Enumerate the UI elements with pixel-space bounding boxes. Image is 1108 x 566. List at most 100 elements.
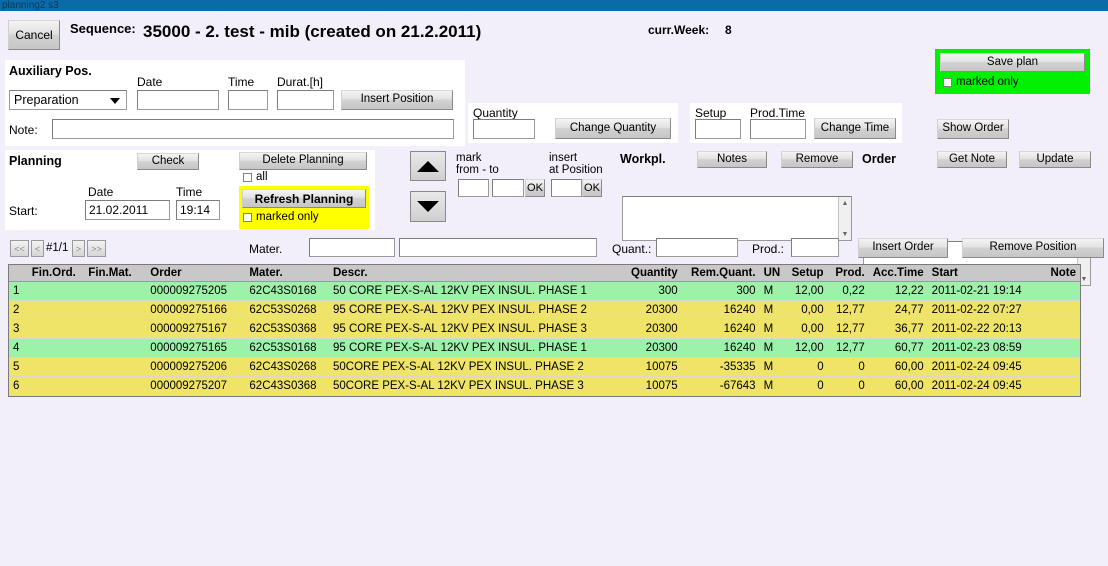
auxiliary-type-select[interactable]: Preparation bbox=[9, 90, 127, 110]
refresh-marked-only-checkbox[interactable] bbox=[243, 213, 252, 223]
delete-all-row[interactable]: all bbox=[243, 171, 268, 184]
prodtime-input[interactable] bbox=[750, 119, 806, 139]
planning-grid[interactable]: Fin.Ord. Fin.Mat. Order Mater. Descr. Quantit… bbox=[8, 264, 1081, 397]
cell-fin_mat bbox=[84, 376, 147, 396]
cancel-button[interactable]: Cancel bbox=[8, 20, 60, 50]
note-input[interactable] bbox=[52, 119, 454, 139]
update-button[interactable]: Update bbox=[1019, 151, 1091, 168]
column-header-rem_qty[interactable]: Rem.Quant. bbox=[681, 265, 760, 282]
cell-acc_time: 60,00 bbox=[868, 376, 928, 396]
setup-label: Setup bbox=[695, 106, 727, 120]
pager-first-button[interactable]: << bbox=[10, 240, 29, 257]
refresh-marked-only-row[interactable]: marked only bbox=[243, 211, 319, 224]
insert-order-button[interactable]: Insert Order bbox=[858, 238, 948, 258]
cell-setup: 0,00 bbox=[784, 300, 828, 320]
setup-input[interactable] bbox=[695, 119, 741, 139]
mark-ok-button[interactable]: OK bbox=[525, 179, 545, 197]
column-header-descr[interactable]: Descr. bbox=[329, 265, 613, 282]
cell-un: M bbox=[759, 338, 785, 358]
mater-filter-input[interactable] bbox=[309, 238, 395, 257]
cell-order: 000009275205 bbox=[146, 281, 246, 301]
column-header-un[interactable]: UN bbox=[759, 265, 785, 282]
column-header-mater[interactable]: Mater. bbox=[245, 265, 329, 282]
pager-prev-button[interactable]: < bbox=[31, 240, 44, 257]
column-header-acc_time[interactable]: Acc.Time bbox=[868, 265, 928, 282]
workpl-listbox[interactable]: ▲ ▼ bbox=[622, 196, 852, 241]
scroll-down-icon[interactable]: ▼ bbox=[839, 228, 851, 240]
cell-prod: 12,77 bbox=[827, 300, 869, 320]
cell-fin_ord bbox=[27, 319, 85, 339]
column-header-prod[interactable]: Prod. bbox=[827, 265, 869, 282]
aux-date-input[interactable] bbox=[137, 90, 219, 110]
column-header-setup[interactable]: Setup bbox=[784, 265, 828, 282]
table-row[interactable]: 5 000009275206 62C43S0268 50CORE PEX-S-AL 1… bbox=[9, 357, 1080, 377]
get-note-button[interactable]: Get Note bbox=[937, 151, 1007, 168]
table-row[interactable]: 1 000009275205 62C43S0168 50 CORE PEX-S-AL … bbox=[9, 281, 1080, 301]
remove-position-button[interactable]: Remove Position bbox=[962, 238, 1104, 258]
delete-planning-button[interactable]: Delete Planning bbox=[239, 152, 367, 170]
planning-date-input[interactable] bbox=[85, 200, 170, 220]
insert-position-ok-button[interactable]: OK bbox=[582, 179, 602, 197]
table-row[interactable]: 4 000009275165 62C53S0168 95 CORE PEX-S-AL … bbox=[9, 338, 1080, 358]
quantity-label: Quantity bbox=[473, 106, 518, 120]
cell-descr: 50CORE PEX-S-AL 12KV PEX INSUL. PHASE 2 bbox=[329, 357, 613, 377]
column-header-order[interactable]: Order bbox=[146, 265, 246, 282]
refresh-planning-button[interactable]: Refresh Planning bbox=[242, 189, 366, 208]
show-order-button[interactable]: Show Order bbox=[937, 119, 1009, 139]
quant-filter-input[interactable] bbox=[656, 238, 738, 257]
cell-acc_time: 60,00 bbox=[868, 357, 928, 377]
column-header-note[interactable]: Note bbox=[1031, 265, 1080, 282]
cell-descr: 95 CORE PEX-S-AL 12KV PEX INSUL. PHASE 3 bbox=[329, 319, 613, 339]
sequence-value: 35000 - 2. test - mib (created on 21.2.2… bbox=[143, 22, 482, 41]
quantity-input[interactable] bbox=[473, 119, 535, 139]
cell-fin_ord bbox=[27, 281, 85, 301]
delete-all-checkbox[interactable] bbox=[243, 173, 252, 183]
column-header-fin_mat[interactable]: Fin.Mat. bbox=[84, 265, 147, 282]
cell-fin_mat bbox=[84, 357, 147, 377]
arrow-down-icon bbox=[417, 201, 439, 212]
change-time-button[interactable]: Change Time bbox=[814, 118, 896, 139]
cell-acc_time: 60,77 bbox=[868, 338, 928, 358]
table-row[interactable]: 3 000009275167 62C53S0368 95 CORE PEX-S-AL … bbox=[9, 319, 1080, 339]
cell-prod: 0 bbox=[827, 376, 869, 396]
pager-next-button[interactable]: > bbox=[72, 240, 85, 257]
pager-last-button[interactable]: >> bbox=[87, 240, 106, 257]
column-header-fin_ord[interactable]: Fin.Ord. bbox=[27, 265, 85, 282]
table-row[interactable]: 2 000009275166 62C53S0268 95 CORE PEX-S-AL … bbox=[9, 300, 1080, 320]
aux-duration-input[interactable] bbox=[277, 90, 334, 110]
column-header-quantity[interactable]: Quantity bbox=[612, 265, 682, 282]
column-header-idx[interactable] bbox=[9, 265, 28, 282]
prod-filter-input[interactable] bbox=[791, 238, 839, 257]
save-plan-button[interactable]: Save plan bbox=[940, 53, 1085, 72]
insert-position-button[interactable]: Insert Position bbox=[341, 90, 453, 110]
aux-time-label: Time bbox=[228, 75, 255, 89]
scroll-up-icon[interactable]: ▲ bbox=[839, 197, 851, 209]
workpl-scrollbar[interactable]: ▲ ▼ bbox=[838, 197, 851, 240]
save-marked-only-row[interactable]: marked only bbox=[943, 76, 1019, 89]
cell-setup: 12,00 bbox=[784, 281, 828, 301]
workpl-notes-button[interactable]: Notes bbox=[697, 151, 767, 168]
move-down-button[interactable] bbox=[410, 191, 446, 222]
window-titlebar: planning2 s3 bbox=[0, 0, 1108, 11]
insert-position-input[interactable] bbox=[551, 179, 582, 197]
change-quantity-button[interactable]: Change Quantity bbox=[555, 118, 671, 139]
cell-setup: 0,00 bbox=[784, 319, 828, 339]
table-row[interactable]: 6 000009275207 62C43S0368 50CORE PEX-S-AL 1… bbox=[9, 376, 1080, 396]
mater-desc-filter-input[interactable] bbox=[399, 238, 597, 257]
cell-start: 2011-02-21 19:14 bbox=[927, 281, 1032, 301]
cell-setup: 12,00 bbox=[784, 338, 828, 358]
planning-time-input[interactable] bbox=[176, 200, 220, 220]
mark-to-input[interactable] bbox=[492, 179, 524, 197]
save-marked-only-checkbox[interactable] bbox=[943, 78, 952, 88]
mark-from-input[interactable] bbox=[458, 179, 489, 197]
cell-note bbox=[1031, 376, 1080, 396]
column-header-start[interactable]: Start bbox=[927, 265, 1032, 282]
check-button[interactable]: Check bbox=[137, 153, 199, 170]
cell-descr: 95 CORE PEX-S-AL 12KV PEX INSUL. PHASE 1 bbox=[329, 338, 613, 358]
mark-label-line2: from - to bbox=[456, 164, 499, 176]
mater-filter-label: Mater. bbox=[249, 242, 283, 256]
aux-time-input[interactable] bbox=[228, 90, 268, 110]
move-up-button[interactable] bbox=[410, 151, 446, 181]
workpl-remove-button[interactable]: Remove bbox=[781, 151, 853, 168]
cell-rem_qty: 16240 bbox=[681, 319, 760, 339]
